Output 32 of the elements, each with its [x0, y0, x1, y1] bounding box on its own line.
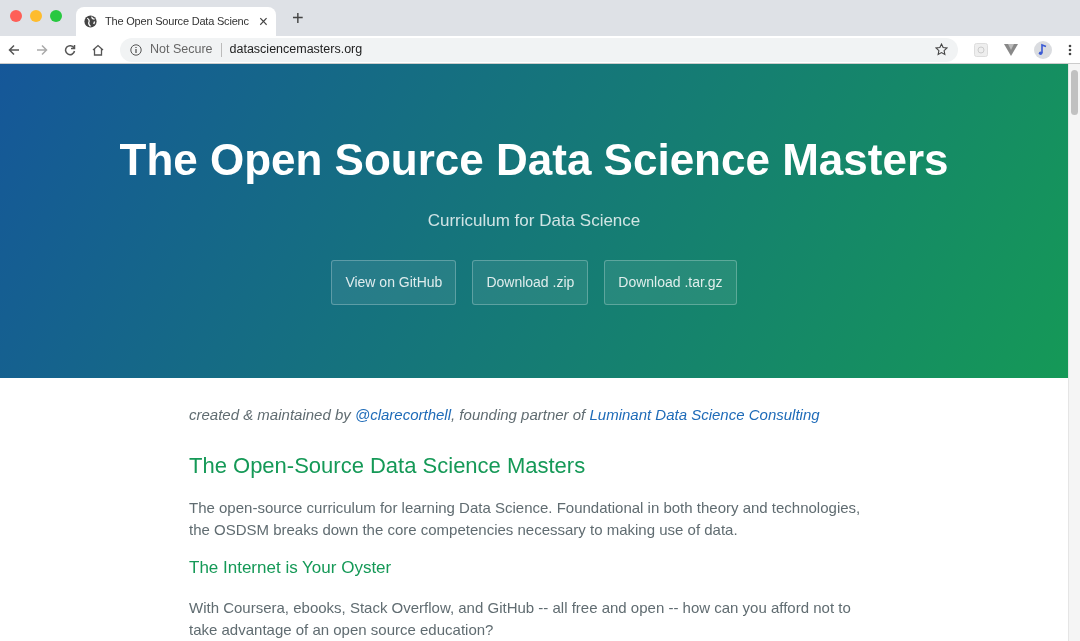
link[interactable]: Luminant Data Science Consulting [589, 406, 820, 423]
page-title: The Open Source Data Science Masters [118, 136, 950, 185]
back-arrow-icon[interactable] [8, 43, 20, 56]
link[interactable]: @clarecorthell [354, 406, 452, 423]
close-window-button[interactable] [10, 10, 22, 22]
section-heading: The Open-Source Data Science Masters [189, 452, 587, 479]
address-bar[interactable]: Not Secure datasciencemasters.org [120, 37, 958, 62]
new-tab-button[interactable]: + [292, 8, 304, 28]
hero-button[interactable]: Download .tar.gz [604, 259, 737, 305]
paragraph: With Coursera, ebooks, Stack Overflow, and GitHub -- all free and open -- how can you afford not to take advantage of an open source education? [189, 597, 852, 640]
close-tab-button[interactable]: × [258, 13, 268, 30]
subsection-heading: The Internet is Your Oyster [189, 558, 393, 579]
hero-button[interactable]: View on GitHub [331, 259, 457, 305]
byline-text: created & maintained by @clarecorthell, founding partner of Luminant Data Science Consulting [189, 405, 821, 425]
reload-icon[interactable] [64, 43, 76, 56]
tagline: Curriculum for Data Science [426, 210, 642, 233]
scrollbar-thumb[interactable] [1071, 70, 1078, 115]
v-shaped-extension-icon[interactable] [1004, 43, 1018, 56]
menu-icon[interactable] [1068, 43, 1072, 56]
url-text: datasciencemasters.org [229, 41, 363, 59]
paragraph: The open-source curriculum for learning Data Science. Foundational in both theory and technologies, the OSDSM breaks down the core competencies necessary to making use of data. [189, 497, 862, 540]
hero-button[interactable]: Download .zip [472, 259, 589, 305]
security-label: Not Secure [150, 41, 213, 59]
browser-tab[interactable]: The Open Source Data Scienc × [76, 7, 276, 36]
star-icon[interactable] [935, 43, 948, 56]
forward-arrow-icon[interactable] [36, 43, 48, 56]
music-note-avatar-icon[interactable] [1034, 40, 1052, 59]
info-icon [130, 43, 142, 56]
tab-title: The Open Source Data Scienc [105, 14, 250, 30]
globe-icon [84, 15, 97, 28]
scrollbar[interactable] [1068, 64, 1080, 641]
home-icon[interactable] [92, 43, 104, 56]
